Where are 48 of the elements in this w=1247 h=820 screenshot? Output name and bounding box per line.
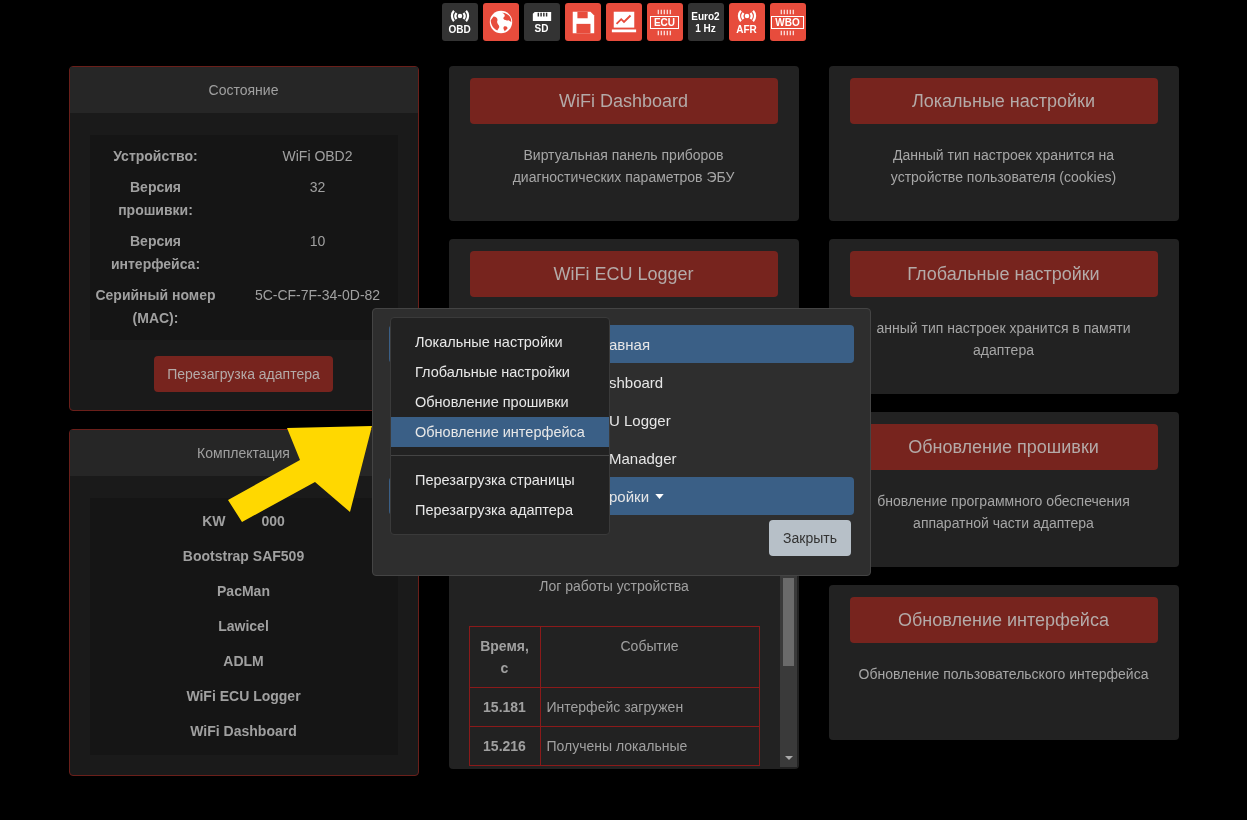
tool-button[interactable]: WiFi ECU Logger xyxy=(469,251,778,297)
bundle-item: Bootstrap SAF509 xyxy=(182,547,305,566)
column-header: Событие xyxy=(540,626,759,688)
log-title: Лог работы устройства xyxy=(538,578,690,594)
tool-button[interactable]: Обновление интерфейса xyxy=(849,597,1158,643)
bundle-item: WiFi Dashboard xyxy=(190,722,297,741)
info-label: Устройство: xyxy=(112,147,199,166)
info-value: 32 xyxy=(308,178,327,197)
scrollbar[interactable] xyxy=(779,574,797,767)
tool-description: Виртуальная панель приборов диагностических параметров ЭБУ xyxy=(511,146,736,187)
tool-button[interactable]: Локальные настройки xyxy=(849,78,1158,124)
bundle-item: KW xyxy=(202,512,226,531)
bundle-item: PacMan xyxy=(217,582,270,601)
info-label: Версия интерфейса: xyxy=(109,232,202,274)
tool-description: Данный тип настроек хранится на устройстве пользователя (cookies) xyxy=(889,146,1118,187)
icon-label: OBD xyxy=(448,24,471,35)
info-value: WiFi OBD2 xyxy=(281,147,354,166)
reboot-button[interactable]: Перезагрузка адаптера xyxy=(154,356,333,392)
icon-label: ECU xyxy=(649,15,680,29)
icon-label: AFR xyxy=(736,24,757,35)
bundle-item: ADLM xyxy=(223,652,264,671)
close-button[interactable]: Закрыть xyxy=(769,520,851,556)
menu-item[interactable]: Локальные настройки xyxy=(391,327,609,357)
info-label: Версия прошивки: xyxy=(117,178,194,220)
tool-button[interactable]: Глобальные настройки xyxy=(849,251,1158,297)
time-cell: 15.216 xyxy=(469,726,540,766)
icon-label: 1 Hz xyxy=(695,22,716,34)
time-cell: 15.181 xyxy=(469,687,540,727)
info-value: 5C-CF-7F-34-0D-82 xyxy=(253,286,382,305)
sd-card-icon xyxy=(530,10,553,22)
icon-label: Euro2 xyxy=(691,10,720,22)
bundle-item: 000 xyxy=(261,512,285,531)
column-header: Время, с xyxy=(469,626,540,688)
icon-label: SD xyxy=(534,22,549,34)
tool-description: Обновление пользовательского интерфейса xyxy=(858,665,1149,684)
tool-button[interactable]: WiFi Dashboard xyxy=(469,78,778,124)
menu-item[interactable]: Обновление прошивки xyxy=(391,387,609,417)
info-label: Серийный номер (MAC): xyxy=(94,286,217,328)
card-title: Состояние xyxy=(69,67,418,113)
event-cell: Получены локальные xyxy=(540,726,759,766)
event-cell: Интерфейс загружен xyxy=(540,687,759,727)
tool-description: анный тип настроек хранится в памяти адаптера xyxy=(875,319,1132,360)
bundle-item: WiFi ECU Logger xyxy=(186,687,301,706)
icon-label: WBO xyxy=(771,15,804,29)
menu-item[interactable]: Обновление интерфейса xyxy=(391,417,609,447)
tool-description: бновление программного обеспечения аппаратной части адаптера xyxy=(876,492,1131,533)
info-value: 10 xyxy=(308,232,327,251)
bundle-item: Lawicel xyxy=(218,617,269,636)
